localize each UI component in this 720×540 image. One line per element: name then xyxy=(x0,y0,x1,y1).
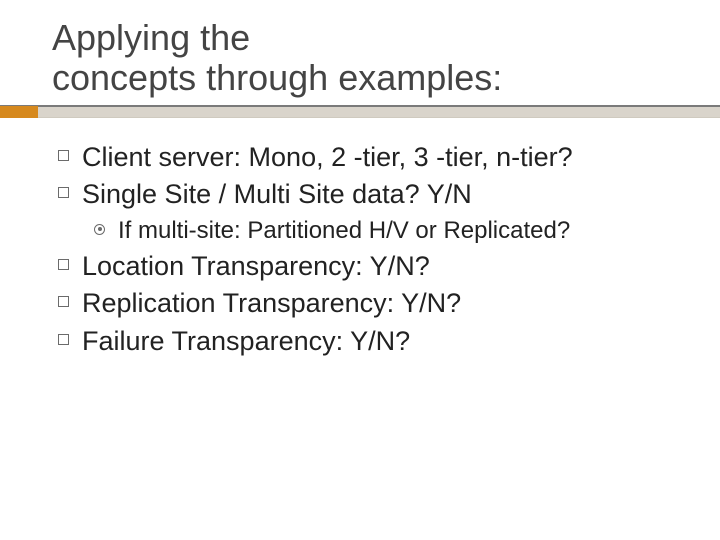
bullet-text: If multi-site: Partitioned H/V or Replic… xyxy=(118,217,570,244)
accent-bar xyxy=(0,106,38,118)
bullet-text: Client server: Mono, 2 -tier, 3 -tier, n… xyxy=(82,142,573,172)
bullet-list: Client server: Mono, 2 -tier, 3 -tier, n… xyxy=(52,140,694,360)
bullet-text: Single Site / Multi Site data? Y/N xyxy=(82,179,472,209)
bullet-text: Replication Transparency: Y/N? xyxy=(82,288,461,318)
title-line-2: concepts through examples: xyxy=(52,57,502,98)
bullet-text: Failure Transparency: Y/N? xyxy=(82,326,410,356)
list-item: Replication Transparency: Y/N? xyxy=(52,286,694,322)
list-item: Single Site / Multi Site data? Y/N If mu… xyxy=(52,177,694,246)
list-item: Client server: Mono, 2 -tier, 3 -tier, n… xyxy=(52,140,694,176)
title-rule xyxy=(0,105,720,118)
slide-title: Applying the concepts through examples: xyxy=(52,18,694,99)
list-item: If multi-site: Partitioned H/V or Replic… xyxy=(88,215,694,247)
list-item: Failure Transparency: Y/N? xyxy=(52,324,694,360)
bullet-text: Location Transparency: Y/N? xyxy=(82,251,430,281)
title-line-1: Applying the xyxy=(52,17,250,58)
slide: Applying the concepts through examples: … xyxy=(0,0,720,540)
sub-bullet-list: If multi-site: Partitioned H/V or Replic… xyxy=(88,215,694,247)
list-item: Location Transparency: Y/N? xyxy=(52,249,694,285)
